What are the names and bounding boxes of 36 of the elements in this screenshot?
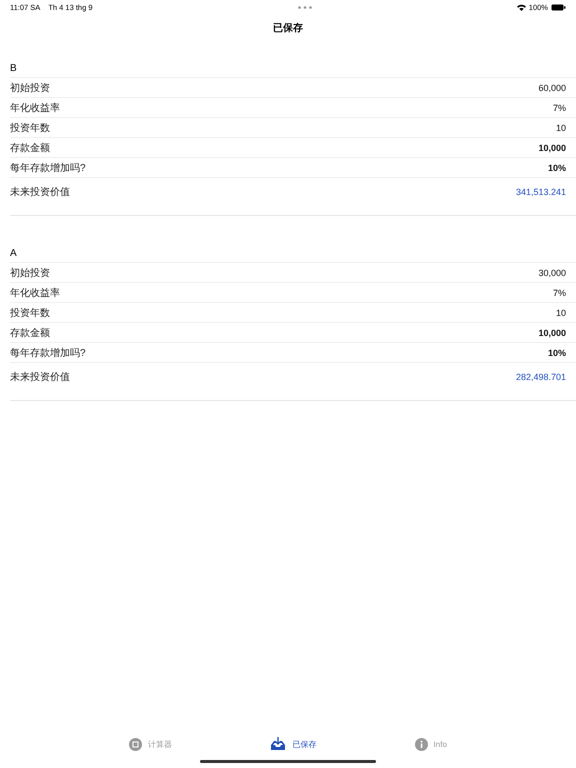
field-value: 341,513.241	[516, 186, 566, 196]
download-tray-icon	[270, 737, 286, 751]
field-value: 7%	[552, 102, 566, 112]
field-value: 282,498.701	[516, 372, 566, 382]
section-title: A	[10, 248, 17, 259]
tab-item[interactable]: 已保存	[270, 737, 316, 751]
field-label: 每年存款增加吗?	[10, 162, 86, 174]
tab-item[interactable]: 计算器	[129, 738, 172, 750]
section-title: B	[10, 63, 17, 74]
field-value: 60,000	[538, 82, 566, 92]
field-label: 初始投资	[10, 82, 50, 94]
field-label: 初始投资	[10, 266, 50, 280]
field-label: 存款金额	[10, 326, 50, 340]
multitasking-dots-icon[interactable]	[298, 6, 312, 8]
field-value: 10,000	[538, 142, 566, 152]
tab-item[interactable]: Info	[414, 738, 447, 750]
page-title: 已保存	[272, 22, 304, 35]
field-value: 30,000	[538, 268, 566, 278]
field-value: 10,000	[538, 328, 566, 338]
field-value: 10%	[548, 348, 566, 358]
field-value: 10	[556, 122, 566, 132]
field-label: 每年存款增加吗?	[10, 346, 86, 360]
field-label: 投资年数	[10, 122, 50, 134]
info-icon	[414, 738, 428, 750]
field-value: 10	[556, 308, 566, 318]
battery-icon	[550, 4, 566, 10]
field-label: 年化收益率	[10, 102, 60, 114]
edit-icon	[129, 738, 142, 750]
field-label: 投资年数	[10, 306, 50, 320]
field-label: 未来投资价值	[10, 186, 70, 198]
field-value: 10%	[548, 162, 566, 172]
field-label: 年化收益率	[10, 286, 60, 300]
field-label: 未来投资价值	[10, 370, 70, 384]
field-value: 7%	[552, 288, 566, 298]
wifi-icon	[516, 4, 526, 10]
field-label: 存款金额	[10, 142, 50, 154]
